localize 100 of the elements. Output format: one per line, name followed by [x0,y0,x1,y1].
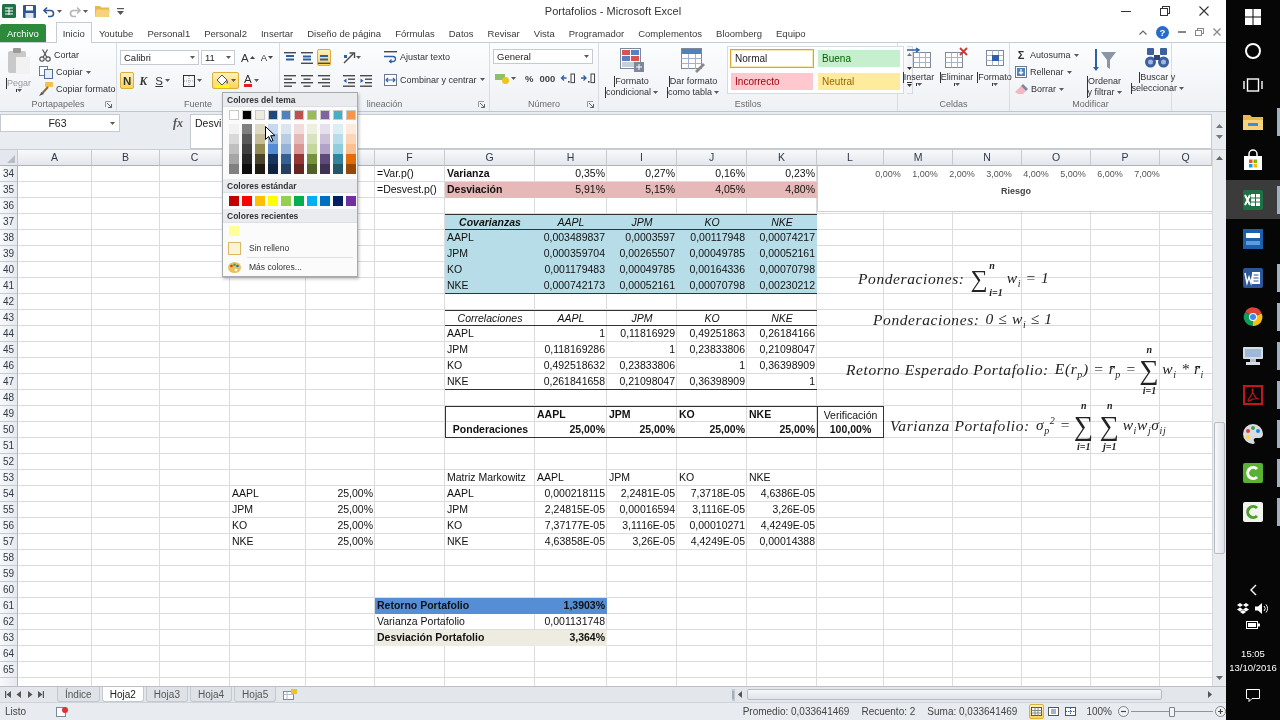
scroll-down-icon[interactable] [907,67,913,71]
scrollbar-thumb[interactable] [747,689,1162,700]
align-middle-button[interactable] [300,49,314,66]
color-swatch-icon[interactable] [307,196,317,206]
percent-button[interactable]: % [523,70,536,87]
fill-button[interactable]: Rellenar [1013,64,1081,80]
row-header[interactable]: 47 [0,374,18,390]
color-swatch-icon[interactable] [307,134,317,144]
row-header[interactable]: 51 [0,438,18,454]
color-swatch-icon[interactable] [242,164,252,174]
ribbon-tab[interactable]: Revisar [480,23,527,42]
color-swatch-icon[interactable] [333,196,343,206]
ribbon-tab[interactable]: Youtube [91,23,141,42]
dialog-launcher-icon[interactable] [478,100,485,108]
sheet-tab[interactable]: Hoja3 [145,687,188,702]
row-header[interactable]: 54 [0,486,18,502]
column-header[interactable]: P [1091,150,1160,166]
row-header[interactable]: 58 [0,550,18,566]
row-header[interactable]: 42 [0,294,18,310]
wrap-text-button[interactable]: Ajustar texto [382,48,487,65]
column-header[interactable]: Q [1160,150,1212,166]
name-box-field[interactable]: F63 [0,114,120,132]
fill-color-button[interactable] [212,72,239,89]
color-swatch-icon[interactable] [320,134,330,144]
color-swatch-icon[interactable] [346,196,356,206]
row-header[interactable]: 56 [0,518,18,534]
row-header[interactable]: 34 [0,166,18,182]
dialog-launcher-icon[interactable] [105,100,112,108]
format-painter-button[interactable]: Copiar formato [37,81,118,97]
ribbon-tab[interactable]: Personal2 [197,23,254,42]
italic-button[interactable]: K [136,72,151,89]
column-header[interactable]: G [445,150,535,166]
ribbon-tab[interactable]: Datos [441,23,481,42]
row-header[interactable]: 48 [0,390,18,406]
cell-style-option[interactable]: Neutral [817,72,902,91]
menu-item[interactable]: Más colores... [223,258,357,276]
clock-date[interactable]: 13/10/2016 [1229,661,1277,675]
color-swatch-icon[interactable] [307,110,317,120]
ribbon-tab[interactable]: Fórmulas [388,23,442,42]
customize-icon[interactable] [117,7,124,15]
ribbon-tab[interactable]: Inicio [55,22,92,43]
boxes-icon[interactable] [1237,603,1249,614]
color-swatch-icon[interactable] [229,110,239,120]
color-swatch-icon[interactable] [229,196,239,206]
color-swatch-icon[interactable] [333,134,343,144]
color-swatch-icon[interactable] [229,124,239,134]
cell-style-option[interactable]: Normal [730,49,815,68]
row-header[interactable]: 46 [0,358,18,374]
row-header[interactable]: 57 [0,534,18,550]
last-sheet-icon[interactable] [38,691,44,698]
cut-button[interactable]: Cortar [37,47,118,63]
font-name-field[interactable]: Calibri [120,50,199,65]
font-color-button[interactable]: A [241,72,262,89]
color-swatch-icon[interactable] [346,144,356,154]
column-header[interactable]: K [747,150,817,166]
color-swatch-icon[interactable] [320,110,330,120]
format-cells-button[interactable]: Formato [977,46,1012,97]
color-swatch-icon[interactable] [320,124,330,134]
format-as-table-button[interactable]: Dar formato como tabla [664,46,723,97]
color-swatch-icon[interactable] [229,164,239,174]
color-swatch-icon[interactable] [281,110,291,120]
clock-time[interactable]: 15:05 [1241,647,1265,661]
row-header[interactable]: 53 [0,470,18,486]
column-header[interactable]: N [953,150,1022,166]
row-header[interactable]: 64 [0,646,18,662]
color-swatch-icon[interactable] [294,134,304,144]
color-swatch-icon[interactable] [242,110,252,120]
row-header[interactable]: 55 [0,502,18,518]
collapse-ribbon-icon[interactable] [1139,29,1147,35]
column-header[interactable]: B [92,150,160,166]
color-swatch-icon[interactable] [268,164,278,174]
sheet-tab[interactable]: Hoja2 [101,687,144,702]
sheet-tab[interactable]: Índice [57,687,100,702]
color-swatch-icon[interactable] [333,144,343,154]
row-header[interactable]: 59 [0,566,18,582]
save-icon[interactable] [23,4,36,18]
first-sheet-icon[interactable] [5,691,11,698]
color-swatch-icon[interactable] [346,134,356,144]
color-swatch-icon[interactable] [255,196,265,206]
color-swatch-icon[interactable] [320,154,330,164]
row-header[interactable]: 65 [0,662,18,678]
color-swatch-icon[interactable] [242,134,252,144]
column-header[interactable]: F [375,150,445,166]
decrease-indent-button[interactable] [342,72,356,89]
color-swatch-icon[interactable] [294,164,304,174]
zoom-in-icon[interactable] [1215,706,1226,717]
color-swatch-icon[interactable] [333,124,343,134]
color-swatch-icon[interactable] [281,154,291,164]
next-sheet-icon[interactable] [27,691,33,698]
grow-font-button[interactable]: A [239,49,257,66]
shrink-font-button[interactable]: A [258,49,275,66]
color-swatch-icon[interactable] [307,144,317,154]
color-swatch-icon[interactable] [294,124,304,134]
color-swatch-icon[interactable] [346,164,356,174]
color-swatch-icon[interactable] [268,110,278,120]
row-header[interactable]: 63 [0,630,18,646]
macro-record-icon[interactable] [56,706,69,717]
column-header[interactable]: L [817,150,884,166]
thousands-separator-button[interactable]: 000 [537,70,558,87]
find-select-button[interactable]: Buscar y seleccionar [1127,46,1188,97]
